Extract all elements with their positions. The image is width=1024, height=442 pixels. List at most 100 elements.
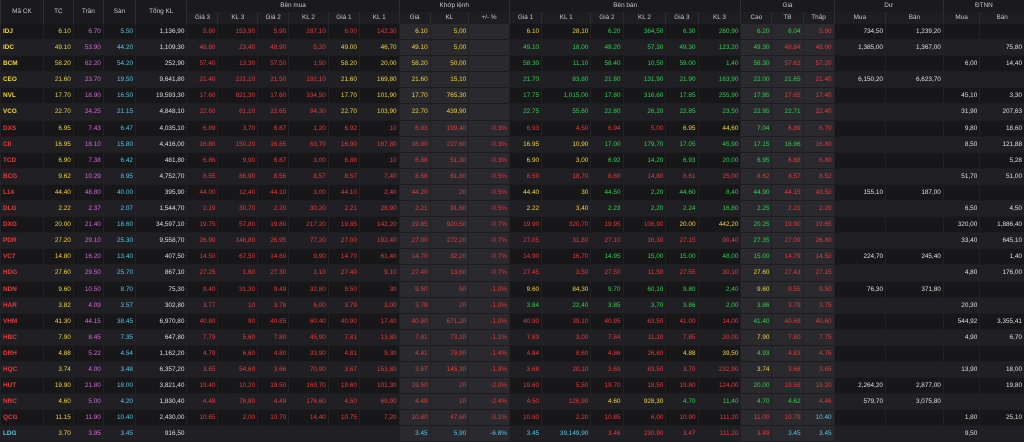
buy-price-3-cell: 21.40 bbox=[187, 72, 218, 88]
board-row[interactable]: DLG2.222.372.071,544,702.1930,702.2030,2… bbox=[1, 201, 1024, 217]
foreign-sell-cell: 4,50 bbox=[980, 201, 1024, 217]
header-buy-vol-3[interactable]: KL 3 bbox=[218, 12, 258, 24]
board-row[interactable]: HBC7.908.457.35647,807.795,607.8045,907.… bbox=[1, 329, 1024, 345]
header-total-volume[interactable]: Tổng KL bbox=[136, 0, 187, 24]
board-row[interactable]: NDN9.6010.508.7075,309.4031,309.4932,809… bbox=[1, 281, 1024, 297]
board-row[interactable]: HAR3.824.093.57302,803.77103.786,003.793… bbox=[1, 297, 1024, 313]
low-price-cell: 2.20 bbox=[803, 201, 834, 217]
header-foreign-sell[interactable]: Bán bbox=[980, 12, 1024, 24]
header-sell-vol-1[interactable]: KL 1 bbox=[542, 12, 591, 24]
header-sell-price-2[interactable]: Giá 2 bbox=[591, 12, 623, 24]
header-buy-price-3[interactable]: Giá 3 bbox=[187, 12, 218, 24]
symbol-cell[interactable]: DRH bbox=[1, 345, 44, 361]
header-change-label: +/- bbox=[482, 14, 490, 21]
symbol-cell[interactable]: NDN bbox=[1, 281, 44, 297]
symbol-cell[interactable]: NVL bbox=[1, 88, 44, 104]
header-buy-vol-2[interactable]: KL 2 bbox=[289, 12, 329, 24]
sell-price-1-cell: 27.05 bbox=[509, 233, 541, 249]
board-row[interactable]: TCD6.907.386.42481,806.869,906.873,006.8… bbox=[1, 152, 1024, 168]
symbol-cell[interactable]: IDC bbox=[1, 40, 44, 56]
header-ref[interactable]: TC bbox=[43, 0, 73, 24]
header-change-toggle[interactable]: +/- % bbox=[469, 12, 510, 24]
symbol-cell[interactable]: PDR bbox=[1, 233, 44, 249]
sell-price-3-cell: 2.24 bbox=[666, 201, 698, 217]
ref-price-cell: 3.74 bbox=[43, 361, 73, 377]
symbol-cell[interactable]: NRC bbox=[1, 394, 44, 410]
board-row[interactable]: IDC49.1053.9044.201,109,3048.8023,4048.9… bbox=[1, 40, 1024, 56]
board-row[interactable]: BCM58.2062.2054.20252,9057.4013,3057.501… bbox=[1, 56, 1024, 72]
board-row[interactable]: DXS6.957.436.474,035,106.893,706.871,206… bbox=[1, 120, 1024, 136]
board-row[interactable]: HUT19.9021.8018.003,821,4019.4010,2019.5… bbox=[1, 378, 1024, 394]
header-buy-price-2[interactable]: Giá 2 bbox=[258, 12, 289, 24]
sell-price-3-cell: 44.60 bbox=[666, 184, 698, 200]
symbol-cell[interactable]: BCG bbox=[1, 168, 44, 184]
symbol-cell[interactable]: TCD bbox=[1, 152, 44, 168]
symbol-cell[interactable]: HAR bbox=[1, 297, 44, 313]
symbol-cell[interactable]: IDJ bbox=[1, 24, 44, 40]
header-match-price[interactable]: Giá bbox=[399, 12, 430, 24]
header-remaining-buy[interactable]: Mua bbox=[834, 12, 885, 24]
buy-price-1-cell bbox=[328, 426, 359, 442]
board-row[interactable]: BCG9.6210.298.954,752,708.5586,908.568,5… bbox=[1, 168, 1024, 184]
ref-price-cell: 16.95 bbox=[43, 136, 73, 152]
board-row[interactable]: NVL17.7018.9016.5019,593,3017.60821,3017… bbox=[1, 88, 1024, 104]
match-price-cell: 49.10 bbox=[399, 40, 430, 56]
header-buy-price-1[interactable]: Giá 1 bbox=[328, 12, 359, 24]
match-percent-cell: -0.7% bbox=[469, 249, 510, 265]
header-sell-vol-2[interactable]: KL 2 bbox=[623, 12, 666, 24]
symbol-cell[interactable]: HQC bbox=[1, 361, 44, 377]
board-row[interactable]: VC714.8016.2013.40407,5014.5067,5014.609… bbox=[1, 249, 1024, 265]
remaining-buy-cell bbox=[834, 297, 885, 313]
board-row[interactable]: HQC3.744.003.486,357,203.6554,603.6670,9… bbox=[1, 361, 1024, 377]
header-sell-price-1[interactable]: Giá 1 bbox=[509, 12, 541, 24]
board-row[interactable]: PDR27.2029.1025.309,558,7026.90146,8026.… bbox=[1, 233, 1024, 249]
symbol-cell[interactable]: BCM bbox=[1, 56, 44, 72]
symbol-cell[interactable]: DXG bbox=[1, 217, 44, 233]
match-price-cell: 7.81 bbox=[399, 329, 430, 345]
symbol-cell[interactable]: CEO bbox=[1, 72, 44, 88]
header-foreign-buy[interactable]: Mua bbox=[943, 12, 979, 24]
symbol-cell[interactable]: VCG bbox=[1, 104, 44, 120]
board-row[interactable]: DRH4.885.224.541,162,204.796,604.8033,90… bbox=[1, 345, 1024, 361]
symbol-cell[interactable]: QCG bbox=[1, 410, 44, 426]
board-row[interactable]: DXG20.0021.4018.6034,597,1019.7557,8019.… bbox=[1, 217, 1024, 233]
symbol-cell[interactable]: DLG bbox=[1, 201, 44, 217]
symbol-cell[interactable]: CII bbox=[1, 136, 44, 152]
board-row[interactable]: L1444.4048.8040.00395,9044.0012,4044.103… bbox=[1, 184, 1024, 200]
match-price-cell: 6.93 bbox=[399, 120, 430, 136]
board-row[interactable]: HDG27.6029.5025.70867,1027.251,6027.301,… bbox=[1, 265, 1024, 281]
header-floor[interactable]: Sàn bbox=[103, 0, 135, 24]
avg-price-cell: 19.90 bbox=[772, 217, 803, 233]
board-row[interactable]: QCG11.1511.9010.402,430,0010.652,0010.70… bbox=[1, 410, 1024, 426]
board-row[interactable]: CEO21.6023.7019.509,641,8021.40221,1021.… bbox=[1, 72, 1024, 88]
board-row[interactable]: VHM41.3044.1538.456,970,8040.809040.8560… bbox=[1, 313, 1024, 329]
header-avg[interactable]: TB bbox=[772, 12, 803, 24]
header-remaining-sell[interactable]: Bán bbox=[886, 12, 944, 24]
buy-vol-2-cell bbox=[289, 426, 329, 442]
header-low[interactable]: Thấp bbox=[803, 12, 834, 24]
symbol-cell[interactable]: HDG bbox=[1, 265, 44, 281]
header-symbol[interactable]: Mã CK bbox=[1, 0, 44, 24]
symbol-cell[interactable]: HBC bbox=[1, 329, 44, 345]
header-match-vol[interactable]: KL bbox=[430, 12, 469, 24]
sell-vol-1-cell: 10,90 bbox=[542, 136, 591, 152]
header-ceil[interactable]: Trần bbox=[73, 0, 103, 24]
header-sell-price-3[interactable]: Giá 3 bbox=[666, 12, 698, 24]
board-row[interactable]: LDG3.703.953.45916,503.455,90-6.8%3.4539… bbox=[1, 426, 1024, 442]
remaining-sell-cell bbox=[886, 217, 944, 233]
board-row[interactable]: CII16.9518.1015.804,416,0016.80150,2016.… bbox=[1, 136, 1024, 152]
header-buy-vol-1[interactable]: KL 1 bbox=[359, 12, 399, 24]
symbol-cell[interactable]: DXS bbox=[1, 120, 44, 136]
board-row[interactable]: VCG22.7024.2521.154,848,1022.6061,1022.6… bbox=[1, 104, 1024, 120]
symbol-cell[interactable]: LDG bbox=[1, 426, 44, 442]
symbol-cell[interactable]: VC7 bbox=[1, 249, 44, 265]
ceil-price-cell: 11.90 bbox=[73, 410, 103, 426]
symbol-cell[interactable]: VHM bbox=[1, 313, 44, 329]
board-row[interactable]: NRC4.605.004.201,830,404.4878,804.49176,… bbox=[1, 394, 1024, 410]
sell-vol-1-cell: 20,10 bbox=[542, 361, 591, 377]
header-high[interactable]: Cao bbox=[741, 12, 772, 24]
symbol-cell[interactable]: L14 bbox=[1, 184, 44, 200]
symbol-cell[interactable]: HUT bbox=[1, 378, 44, 394]
board-row[interactable]: IDJ6.106.705.501,136,905.80153,905.90287… bbox=[1, 24, 1024, 40]
header-sell-vol-3[interactable]: KL 3 bbox=[698, 12, 741, 24]
